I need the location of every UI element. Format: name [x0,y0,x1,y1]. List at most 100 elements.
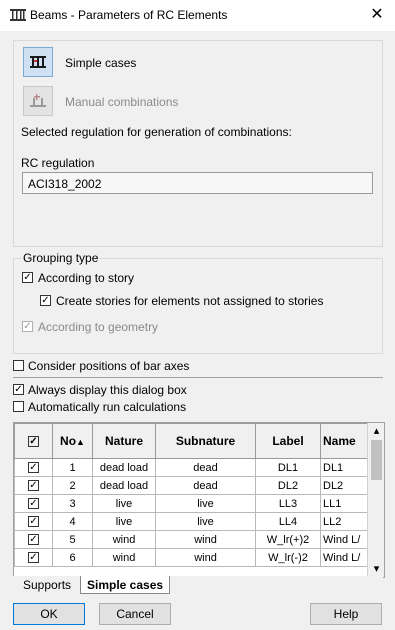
manual-combinations-icon [30,94,46,107]
according-to-story-checkbox[interactable]: ✓ [22,272,33,283]
table-row[interactable]: ✓ 5 wind wind W_lr(+)2 Wind L/ [14,530,368,549]
table-row[interactable]: ✓ 3 live live LL3 LL1 [14,494,368,513]
close-button[interactable]: ✕ [366,5,388,25]
check-icon: ✓ [23,271,32,283]
cell-subnature: live [155,494,256,513]
row-checkbox[interactable]: ✓ [14,494,53,513]
cell-name: Wind L/ [320,530,368,549]
check-icon: ✓ [28,516,39,528]
row-checkbox[interactable]: ✓ [14,476,53,495]
selected-regulation-text: Selected regulation for generation of co… [21,125,292,139]
header-no[interactable]: No▲ [52,423,93,459]
always-display-checkbox[interactable]: ✓ [13,384,24,395]
check-icon: ✓ [28,498,39,510]
cell-name: LL2 [320,512,368,531]
cell-subnature: dead [155,476,256,495]
check-icon: ✓ [28,436,39,448]
according-to-geometry-checkbox[interactable]: ✓ [22,321,33,332]
check-icon: ✓ [14,383,23,395]
scroll-up-arrow-icon[interactable]: ▴ [368,423,384,439]
consider-positions-checkbox[interactable] [13,360,24,371]
cell-label: W_lr(-)2 [255,548,321,567]
separator [13,377,383,378]
row-checkbox[interactable]: ✓ [14,530,53,549]
sort-ascending-icon: ▲ [76,437,85,447]
cell-name: LL1 [320,494,368,513]
create-stories-checkbox[interactable]: ✓ [40,295,51,306]
manual-combinations-button[interactable] [23,86,53,116]
cell-nature: live [92,512,156,531]
row-checkbox[interactable]: ✓ [14,458,53,477]
simple-cases-button[interactable] [23,47,53,77]
cell-no: 2 [52,476,93,495]
cell-no: 5 [52,530,93,549]
cell-no: 4 [52,512,93,531]
cell-nature: dead load [92,476,156,495]
check-icon: ✓ [28,534,39,546]
tab-supports[interactable]: Supports [17,576,77,594]
table-header-row: ✓ No▲ Nature Subnature Label Name [14,423,368,459]
header-label[interactable]: Label [255,423,321,459]
check-icon: ✓ [41,294,50,306]
grouping-type-title: Grouping type [21,251,101,265]
cell-label: DL1 [255,458,321,477]
table-row[interactable]: ✓ 2 dead load dead DL2 DL2 [14,476,368,495]
header-name[interactable]: Name [320,423,368,459]
cell-subnature: wind [155,530,256,549]
check-icon: ✓ [28,462,39,474]
rc-regulation-field: ACI318_2002 [22,172,373,194]
check-icon: ✓ [23,320,32,332]
simple-cases-label: Simple cases [65,56,137,70]
cell-nature: wind [92,530,156,549]
row-checkbox[interactable]: ✓ [14,512,53,531]
cell-label: LL3 [255,494,321,513]
table-row[interactable]: ✓ 4 live live LL4 LL2 [14,512,368,531]
cancel-button[interactable]: Cancel [99,603,171,625]
cell-label: DL2 [255,476,321,495]
according-to-story-label: According to story [38,271,135,285]
cell-subnature: live [155,512,256,531]
cell-no: 3 [52,494,93,513]
auto-run-label: Automatically run calculations [28,400,187,414]
rc-regulation-label: RC regulation [21,156,95,170]
select-all-checkbox[interactable]: ✓ [14,423,53,459]
close-icon: ✕ [370,6,384,23]
cell-name: DL2 [320,476,368,495]
vertical-scrollbar[interactable]: ▴ ▾ [367,423,384,577]
window-title: Beams - Parameters of RC Elements [30,8,228,22]
row-checkbox[interactable]: ✓ [14,548,53,567]
according-to-geometry-label: According to geometry [38,320,159,334]
header-nature[interactable]: Nature [92,423,156,459]
cell-nature: live [92,494,156,513]
cell-nature: dead load [92,458,156,477]
help-button[interactable]: Help [310,603,382,625]
header-subnature[interactable]: Subnature [155,423,256,459]
manual-combinations-label: Manual combinations [65,95,179,109]
scroll-down-arrow-icon[interactable]: ▾ [368,561,384,577]
cell-no: 6 [52,548,93,567]
table-row[interactable]: ✓ 6 wind wind W_lr(-)2 Wind L/ [14,548,368,567]
calc-options-panel [13,40,383,247]
cell-name: DL1 [320,458,368,477]
table-row[interactable]: ✓ 1 dead load dead DL1 DL1 [14,458,368,477]
simple-cases-icon [30,56,46,68]
load-cases-table-container: ✓ No▲ Nature Subnature Label Name ✓ 1 de… [13,422,385,578]
check-icon: ✓ [28,552,39,564]
cell-subnature: wind [155,548,256,567]
cell-name: Wind L/ [320,548,368,567]
load-cases-table: ✓ No▲ Nature Subnature Label Name ✓ 1 de… [14,423,368,567]
cell-label: W_lr(+)2 [255,530,321,549]
cell-no: 1 [52,458,93,477]
scrollbar-thumb[interactable] [371,440,382,480]
always-display-label: Always display this dialog box [28,383,187,397]
cell-subnature: dead [155,458,256,477]
consider-positions-label: Consider positions of bar axes [28,359,190,373]
create-stories-label: Create stories for elements not assigned… [56,294,324,308]
tab-simple-cases[interactable]: Simple cases [80,576,171,594]
ok-button[interactable]: OK [13,603,85,625]
beam-app-icon [10,8,26,22]
cell-nature: wind [92,548,156,567]
cell-label: LL4 [255,512,321,531]
check-icon: ✓ [28,480,39,492]
auto-run-checkbox[interactable] [13,401,24,412]
